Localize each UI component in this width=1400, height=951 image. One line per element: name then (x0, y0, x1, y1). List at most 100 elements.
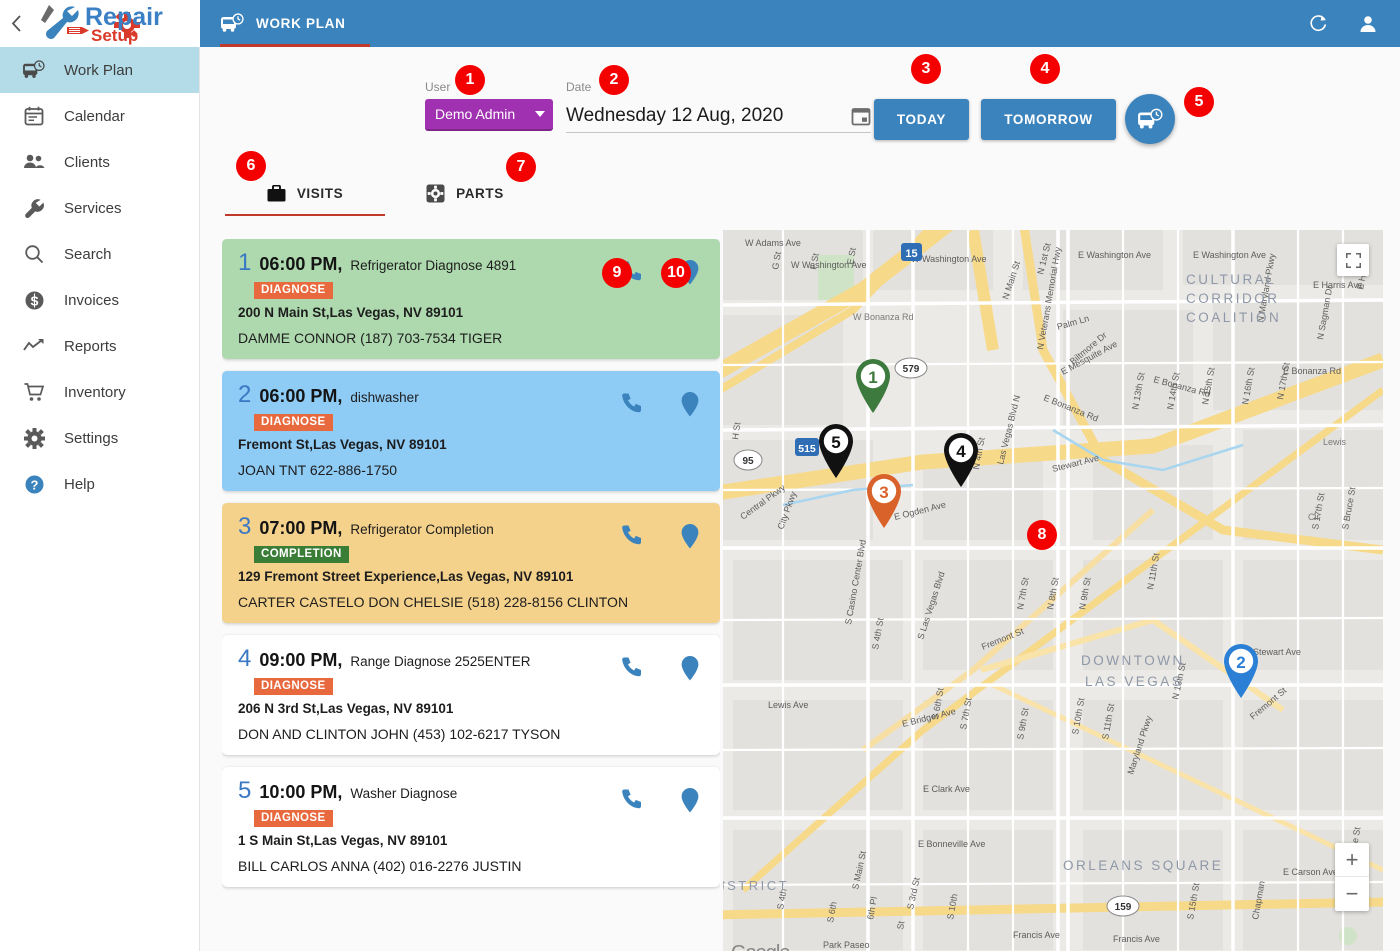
tab-visits-label: VISITS (296, 186, 344, 201)
map-marker-pin[interactable]: 1 (850, 357, 896, 415)
today-button[interactable]: TODAY (874, 99, 969, 140)
annotation-badge-8: 8 (1027, 520, 1057, 550)
svg-text:E Carson Ave: E Carson Ave (1283, 867, 1338, 877)
visit-card[interactable]: 2 06:00 PM, dishwasher DIAGNOSE Fremont St,L… (222, 371, 720, 491)
visits-list[interactable]: 1 06:00 PM, Refrigerator Diagnose 4891 DIAG… (222, 239, 720, 909)
account-button[interactable] (1358, 14, 1378, 34)
visit-card[interactable]: 3 07:00 PM, Refrigerator Completion COMPLET… (222, 503, 720, 623)
map-zoom-controls: + − (1335, 843, 1369, 911)
header-actions (1309, 0, 1378, 47)
sidebar-item-invoices[interactable]: S Invoices (0, 277, 199, 323)
calendar-icon (22, 106, 46, 126)
sidebar-item-settings[interactable]: Settings (0, 415, 199, 461)
trending-up-icon (22, 338, 46, 354)
chevron-left-icon (11, 15, 21, 32)
visit-number: 3 (238, 513, 252, 540)
sidebar-item-search[interactable]: Search (0, 231, 199, 277)
map-fullscreen-button[interactable] (1337, 244, 1369, 276)
sidebar-label-services: Services (64, 199, 122, 217)
sidebar-item-help[interactable]: ? Help (0, 461, 199, 507)
visit-call-button[interactable] (619, 787, 644, 814)
calendar-picker-button[interactable] (851, 106, 871, 126)
svg-text:Lewis: Lewis (1323, 437, 1347, 447)
annotation-badge-9: 9 (602, 258, 632, 288)
map-marker-label: 1 (868, 368, 878, 387)
visit-locate-button[interactable] (678, 523, 702, 550)
repair-setup-logo-icon: Repair Setup (41, 3, 163, 45)
phone-icon (622, 789, 641, 809)
visit-actions (619, 523, 702, 550)
visit-time: 09:00 PM, (259, 650, 343, 670)
svg-text:ORLEANS SQUARE: ORLEANS SQUARE (1063, 858, 1223, 873)
person-icon (1360, 15, 1376, 32)
svg-text:E Bonanza Rd: E Bonanza Rd (1283, 366, 1341, 376)
visit-time: 10:00 PM, (259, 782, 343, 802)
bus-clock-icon (221, 13, 244, 32)
visit-call-button[interactable] (619, 655, 644, 682)
date-input[interactable]: Wednesday 12 Aug, 2020 (566, 99, 871, 133)
map-marker-label: 4 (956, 442, 966, 461)
visit-contact: DON AND CLINTON JOHN (453) 102-6217 TYSO… (238, 726, 561, 742)
sidebar-label-help: Help (64, 475, 95, 493)
svg-text:DOWNTOWN: DOWNTOWN (1081, 653, 1185, 668)
svg-text:159: 159 (1115, 902, 1132, 913)
visit-card[interactable]: 5 10:00 PM, Washer Diagnose DIAGNOSE 1 S Mai… (222, 767, 720, 887)
visit-address: 206 N 3rd St,Las Vegas, NV 89101 (238, 701, 454, 716)
sidebar-navigation: Work Plan Calendar Clients Services Sear… (0, 47, 200, 951)
sidebar-item-inventory[interactable]: Inventory (0, 369, 199, 415)
visit-card[interactable]: 1 06:00 PM, Refrigerator Diagnose 4891 DIAG… (222, 239, 720, 359)
tomorrow-button[interactable]: TOMORROW (981, 99, 1116, 140)
sidebar-item-calendar[interactable]: Calendar (0, 93, 199, 139)
visit-card[interactable]: 4 09:00 PM, Range Diagnose 2525ENTER DIAGNO… (222, 635, 720, 755)
work-plan-fab-button[interactable] (1125, 94, 1175, 144)
map-pin-icon (681, 392, 699, 417)
map-canvas: W Adams Ave W Washington Ave W Washingto… (723, 230, 1383, 951)
svg-text:E Bonneville Ave: E Bonneville Ave (918, 839, 985, 849)
visit-title: Refrigerator Diagnose 4891 (350, 258, 517, 273)
map-zoom-out-button[interactable]: − (1335, 877, 1369, 911)
logo-area: Repair Setup (0, 0, 200, 47)
app-logo[interactable]: Repair Setup (32, 0, 182, 47)
map-marker-pin[interactable]: 5 (813, 422, 859, 480)
refresh-button[interactable] (1309, 14, 1328, 33)
tab-parts-label: PARTS (456, 186, 504, 201)
visit-call-button[interactable] (619, 523, 644, 550)
svg-text:ISTRICT: ISTRICT (723, 878, 789, 893)
refresh-icon (1310, 15, 1327, 32)
svg-text:W Bonanza Rd: W Bonanza Rd (853, 312, 914, 322)
map-marker-pin[interactable]: 2 (1218, 642, 1264, 700)
map-pin-icon (681, 524, 699, 549)
header-tab-work-plan[interactable]: WORK PLAN (200, 0, 370, 47)
sidebar-item-reports[interactable]: Reports (0, 323, 199, 369)
visit-locate-button[interactable] (678, 787, 702, 814)
sidebar-item-clients[interactable]: Clients (0, 139, 199, 185)
calendar-icon (851, 107, 871, 125)
visit-number: 5 (238, 777, 252, 804)
bus-clock-icon (22, 60, 46, 80)
sidebar-item-services[interactable]: Services (0, 185, 199, 231)
phone-icon (622, 525, 641, 545)
sidebar-collapse-button[interactable] (0, 0, 32, 47)
dollar-circle-icon: S (22, 290, 46, 311)
help-circle-icon: ? (22, 474, 46, 495)
map-panel[interactable]: W Adams Ave W Washington Ave W Washingto… (723, 230, 1383, 951)
sidebar-item-work-plan[interactable]: Work Plan (0, 47, 199, 93)
map-marker-pin[interactable]: 4 (938, 431, 984, 489)
visit-call-button[interactable] (619, 391, 644, 418)
sidebar-label-calendar: Calendar (64, 107, 125, 125)
logo-text-setup: Setup (91, 26, 138, 45)
user-select[interactable]: Demo Admin (425, 99, 553, 131)
map-marker-label: 5 (831, 433, 841, 452)
wrench-icon (22, 198, 46, 219)
visit-locate-button[interactable] (678, 655, 702, 682)
svg-text:W Washington Ave: W Washington Ave (911, 254, 987, 264)
map-marker-pin[interactable]: 3 (861, 472, 907, 530)
visit-time: 06:00 PM, (259, 386, 343, 406)
map-zoom-in-button[interactable]: + (1335, 843, 1369, 877)
visit-status-badge: DIAGNOSE (254, 414, 333, 431)
visit-number: 4 (238, 645, 252, 672)
user-select-value: Demo Admin (435, 106, 516, 122)
sidebar-label-search: Search (64, 245, 112, 263)
shopping-cart-icon (22, 382, 46, 402)
visit-locate-button[interactable] (678, 391, 702, 418)
